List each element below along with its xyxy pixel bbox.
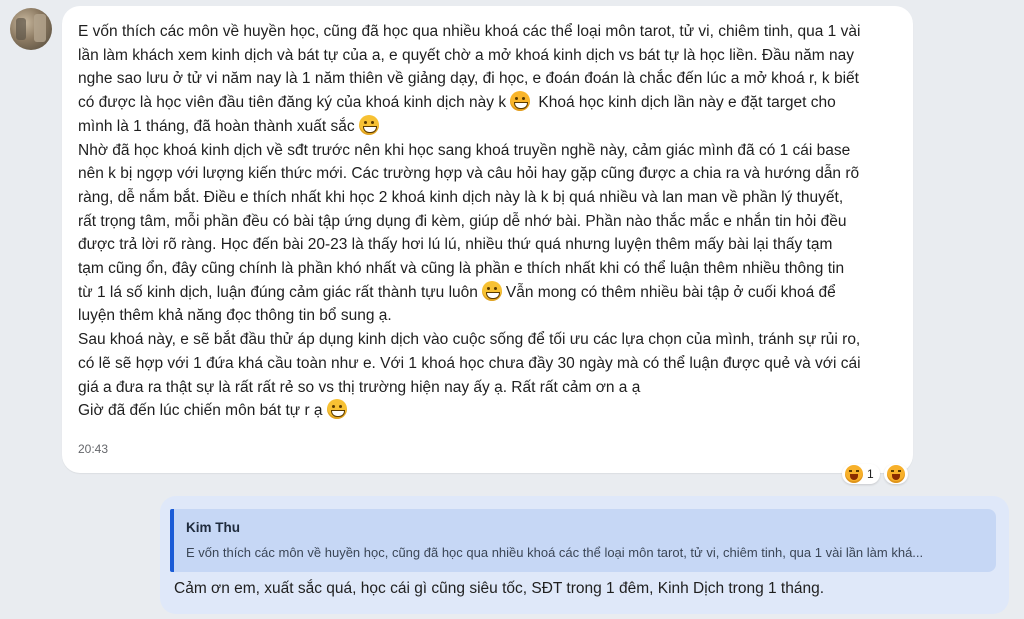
grinning-face-icon [326,399,347,420]
reply-text: Cảm ơn em, xuất sắc quá, học cái gì cũng… [174,580,825,597]
add-reaction-button[interactable] [883,464,908,484]
message-line: có lẽ sẽ hợp với 1 đứa khá cầu toàn như … [78,354,861,372]
grinning-face-icon [358,114,379,135]
reaction-count-pill[interactable]: 1 [842,464,880,484]
message-line: Sau khoá này, e sẽ bắt đầu thử áp dụng k… [78,331,861,349]
quoted-text: E vốn thích các môn về huyền học, cũng đ… [186,545,924,560]
outgoing-message-bubble[interactable]: Kim Thu E vốn thích các môn về huyền học… [160,496,1009,614]
incoming-message-bubble[interactable]: E vốn thích các môn về huyền học, cũng đ… [62,6,913,473]
message-line: mình là 1 tháng, đã hoàn thành xuất sắc [78,114,903,139]
message-line: luyện thêm khả năng đọc thông tin bổ sun… [78,307,392,325]
quoted-sender-name: Kim Thu [186,520,240,535]
reaction-count: 1 [867,467,874,481]
laughing-face-icon [886,465,905,483]
sender-avatar[interactable] [10,8,52,50]
message-line: Giờ đã đến lúc chiến môn bát tự r ạ [78,399,903,423]
message-text: Giờ đã đến lúc chiến môn bát tự r ạ [78,402,323,420]
avatar-detail [34,14,46,42]
message-text: Vẫn mong có thêm nhiều bài tập ở cuối kh… [505,283,836,301]
message-timestamp: 20:43 [78,442,109,456]
message-line: từ 1 lá số kinh dịch, luận đúng cảm giác… [78,280,903,305]
avatar-detail [16,18,26,40]
quoted-message[interactable]: Kim Thu E vốn thích các môn về huyền học… [170,509,996,572]
message-line: giá a đưa ra thật sự là rất rất rẻ so vs… [78,378,641,396]
message-line: E vốn thích các môn về huyền học, cũng đ… [78,23,861,40]
message-body: E vốn thích các môn về huyền học, cũng đ… [78,20,903,423]
laughing-face-icon [845,465,863,483]
message-text: từ 1 lá số kinh dịch, luận đúng cảm giác… [78,283,478,301]
grinning-face-icon [481,280,502,301]
reaction-bar: 1 [842,463,908,485]
message-line: ràng, dễ nắm bắt. Điều e thích nhất khi … [78,188,844,206]
message-line: nên k bị ngợp với lượng kiến thức mới. C… [78,165,860,183]
laughing-face-icon [510,91,531,112]
message-line: có được là học viên đầu tiên đăng ký của… [78,91,903,115]
message-line: rất trọng tâm, mỗi phần đều có bài tập ứ… [78,212,847,230]
message-text: có được là học viên đầu tiên đăng ký của… [78,94,507,112]
message-line: được trả lời rõ ràng. Học đến bài 20-23 … [78,236,833,254]
message-text: mình là 1 tháng, đã hoàn thành xuất sắc [78,117,355,135]
message-text: Khoá học kinh dịch lần này e đặt target … [538,94,836,112]
message-line: lần làm khách xem kinh dịch và bát tự củ… [78,46,855,64]
message-line: tạm cũng ổn, đây cũng chính là phần khó … [78,260,845,278]
message-line: Nhờ đã học khoá kinh dịch về sđt trước n… [78,141,851,159]
message-line: nghe sao lưu ở tử vi năm nay là 1 năm th… [78,70,859,88]
